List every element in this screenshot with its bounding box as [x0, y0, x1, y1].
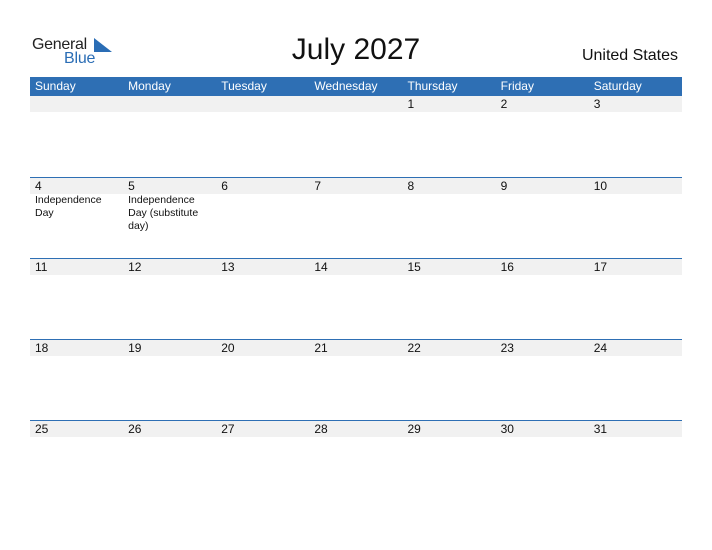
week-row-5: 25 26 27 28 29 30 31	[30, 420, 682, 501]
day-cell: 21	[314, 341, 328, 355]
day-cell: 15	[407, 260, 421, 274]
day-cell: 27	[221, 422, 235, 436]
week-row-1: 1 2 3	[30, 96, 682, 177]
event-cell	[309, 194, 402, 233]
day-cell: 13	[221, 260, 235, 274]
week-row-3: 11 12 13 14 15 16 17	[30, 258, 682, 339]
holiday-label: Independence Day	[35, 194, 102, 219]
day-cell: 5	[128, 179, 135, 193]
day-cell: 4	[35, 179, 42, 193]
event-cell	[496, 194, 589, 233]
weekday-friday: Friday	[500, 79, 534, 93]
event-cell	[216, 194, 309, 233]
day-cell: 14	[314, 260, 328, 274]
weekday-monday: Monday	[128, 79, 171, 93]
day-cell: 8	[407, 179, 415, 193]
weekday-thursday: Thursday	[407, 79, 458, 93]
day-cell: 25	[35, 422, 49, 436]
day-cell: 17	[593, 260, 608, 274]
day-cell: 7	[314, 179, 322, 193]
day-cell: 6	[221, 179, 228, 193]
day-cell: 9	[500, 179, 508, 193]
day-cell: 2	[500, 97, 508, 111]
week-row-4: 18 19 20 21 22 23 24	[30, 339, 682, 420]
weekday-saturday: Saturday	[593, 79, 642, 93]
day-cell: 11	[35, 260, 48, 274]
day-cell: 29	[407, 422, 421, 436]
day-cell	[30, 96, 123, 112]
day-cell: 19	[128, 341, 142, 355]
day-cell: 31	[593, 422, 608, 436]
weekday-header: Sunday Monday Tuesday Wednesday Thursday…	[30, 77, 682, 96]
day-cell: 3	[593, 97, 601, 111]
day-cell: 28	[314, 422, 328, 436]
weekday-sunday: Sunday	[35, 79, 76, 93]
weekday-tuesday: Tuesday	[221, 79, 267, 93]
day-cell	[309, 96, 402, 112]
day-cell: 20	[221, 341, 235, 355]
day-cell: 16	[500, 260, 514, 274]
day-cell: 18	[35, 341, 49, 355]
day-cell: 26	[128, 422, 142, 436]
day-cell: 22	[407, 341, 421, 355]
day-cell	[216, 96, 309, 112]
weekday-wednesday: Wednesday	[314, 79, 378, 93]
day-cell	[123, 96, 216, 112]
event-cell	[589, 194, 682, 233]
event-cell	[403, 194, 496, 233]
calendar-grid: Sunday Monday Tuesday Wednesday Thursday…	[30, 77, 682, 501]
day-cell: 30	[500, 422, 514, 436]
day-cell: 12	[128, 260, 142, 274]
day-cell: 1	[407, 97, 415, 111]
week-row-2: 4 5 6 7 8 9 10 Independence Day Independ…	[30, 177, 682, 258]
day-cell: 24	[593, 341, 608, 355]
country-label: United States	[581, 47, 678, 64]
day-cell: 23	[500, 341, 514, 355]
day-cell: 10	[593, 179, 608, 193]
holiday-label: Independence Day (substitute day)	[128, 194, 199, 232]
